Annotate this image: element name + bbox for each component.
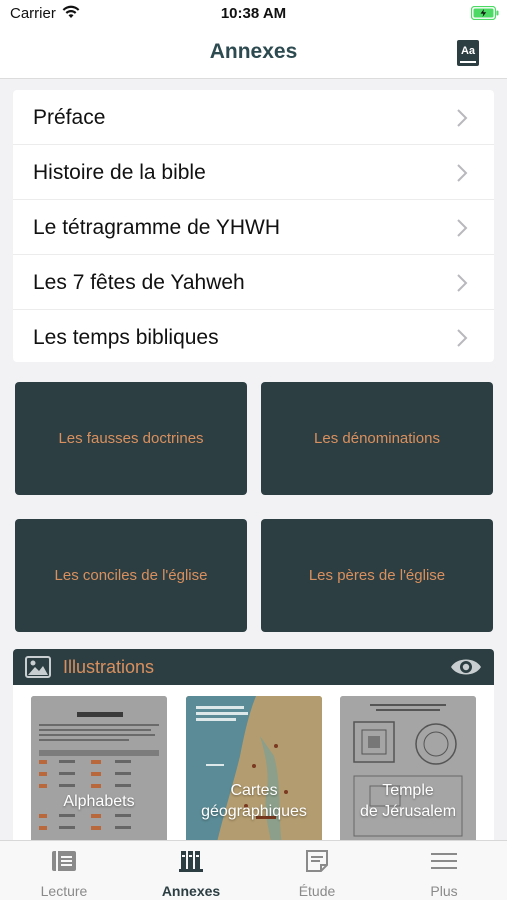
- list-item-preface[interactable]: Préface: [13, 90, 494, 145]
- tile-label: Les fausses doctrines: [58, 430, 204, 447]
- list-item-histoire[interactable]: Histoire de la bible: [13, 145, 494, 200]
- status-time: 10:38 AM: [220, 5, 287, 22]
- menu-icon: [431, 853, 457, 869]
- chevron-right-icon: [457, 164, 468, 182]
- list-item-fetes[interactable]: Les 7 fêtes de Yahweh: [13, 255, 494, 310]
- illustration-label-line2: géographiques: [201, 803, 307, 820]
- tile-label: Les dénominations: [314, 430, 440, 447]
- tile-conciles[interactable]: Les conciles de l'église: [15, 519, 247, 632]
- illustrations-header: Illustrations: [13, 649, 494, 685]
- illustration-alphabets[interactable]: Alphabets: [31, 696, 167, 840]
- book-icon: [52, 851, 76, 871]
- library-icon: [179, 851, 203, 872]
- tab-lecture[interactable]: Lecture: [1, 841, 127, 900]
- illustration-cartes[interactable]: Cartes géographiques: [186, 696, 322, 840]
- list-item-label: Préface: [33, 106, 106, 129]
- illustration-label-line2: de Jérusalem: [359, 803, 457, 820]
- tile-denominations[interactable]: Les dénominations: [261, 382, 493, 495]
- tab-label: Plus: [430, 883, 458, 899]
- tile-label: Les pères de l'église: [308, 567, 446, 584]
- list-item-tetragramme[interactable]: Le tétragramme de YHWH: [13, 200, 494, 255]
- illustration-label-line1: Cartes: [230, 782, 278, 799]
- tab-etude[interactable]: Étude: [254, 841, 380, 900]
- nav-bar: Annexes Aa: [0, 28, 507, 79]
- image-icon: [25, 656, 51, 678]
- illustrations-title: Illustrations: [63, 657, 155, 677]
- chevron-right-icon: [457, 109, 468, 127]
- list-item-temps[interactable]: Les temps bibliques: [13, 310, 494, 362]
- illustration-label-line1: Temple: [382, 782, 434, 799]
- illustration-label: Alphabets: [63, 793, 135, 810]
- tab-label: Lecture: [40, 883, 88, 899]
- font-size-button[interactable]: Aa: [457, 40, 479, 66]
- page-title: Annexes: [209, 40, 298, 63]
- chevron-right-icon: [457, 219, 468, 237]
- tile-fausses-doctrines[interactable]: Les fausses doctrines: [15, 382, 247, 495]
- list-item-label: Les 7 fêtes de Yahweh: [33, 271, 245, 294]
- tab-label: Étude: [298, 883, 336, 899]
- chevron-right-icon: [457, 274, 468, 292]
- list-item-label: Le tétragramme de YHWH: [33, 216, 281, 239]
- tab-bar: Lecture Annexes Étude Plus: [0, 840, 507, 900]
- chevron-right-icon: [457, 329, 468, 347]
- illustrations-carousel[interactable]: Alphabets Cartes géographiques Temple de…: [13, 685, 494, 840]
- annexes-list: Préface Histoire de la bible Le tétragra…: [13, 90, 494, 362]
- battery-icon: [471, 6, 499, 20]
- list-item-label: Les temps bibliques: [33, 326, 219, 349]
- tile-peres[interactable]: Les pères de l'église: [261, 519, 493, 632]
- illustration-temple[interactable]: Temple de Jérusalem: [340, 696, 476, 840]
- eye-icon[interactable]: [450, 656, 482, 678]
- tab-annexes[interactable]: Annexes: [128, 841, 254, 900]
- status-bar: Carrier 10:38 AM: [0, 0, 507, 28]
- tab-label: Annexes: [161, 883, 221, 899]
- list-item-label: Histoire de la bible: [33, 161, 206, 184]
- note-icon: [306, 850, 328, 872]
- tab-plus[interactable]: Plus: [381, 841, 507, 900]
- tile-label: Les conciles de l'église: [54, 567, 208, 584]
- alphabet-table-image: [31, 696, 167, 840]
